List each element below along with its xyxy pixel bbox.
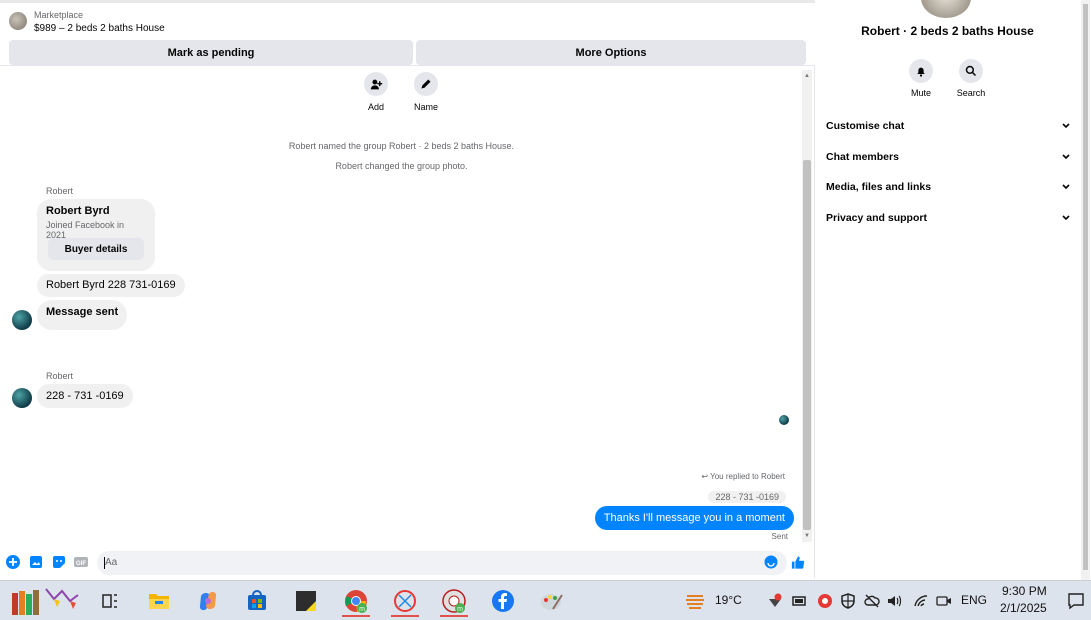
section-privacy-support[interactable]: Privacy and support: [826, 208, 1071, 228]
paint-icon[interactable]: [536, 585, 568, 617]
clock-time[interactable]: 9:30 PM: [1002, 584, 1047, 598]
chrome-icon[interactable]: m: [340, 585, 372, 617]
page-scrollbar-thumb[interactable]: [1083, 4, 1088, 570]
clock-date[interactable]: 2/1/2025: [1000, 601, 1047, 615]
section-customise-chat[interactable]: Customise chat: [826, 116, 1071, 136]
image-icon[interactable]: [29, 555, 43, 569]
add-label: Add: [367, 102, 384, 112]
emoji-icon[interactable]: [764, 555, 778, 569]
chat-pane: Marketplace $989 – 2 beds 2 baths House …: [0, 0, 815, 578]
scroll-down-icon[interactable]: ▼: [803, 532, 811, 540]
plus-icon[interactable]: [6, 555, 20, 569]
shield-icon[interactable]: [840, 593, 856, 609]
camera-icon[interactable]: [936, 593, 952, 609]
search-label: Search: [956, 88, 986, 98]
thread-title[interactable]: $989 – 2 beds 2 baths House: [34, 23, 165, 34]
outgoing-message[interactable]: Thanks I'll message you in a moment: [594, 506, 794, 530]
thread-subtitle: Marketplace: [34, 10, 84, 20]
chevron-down-icon: [1062, 123, 1070, 129]
sticky-notes-icon[interactable]: [290, 585, 322, 617]
reply-note-text: You replied to Robert: [710, 472, 785, 481]
buyer-joined: Joined Facebook in 2021: [46, 220, 125, 240]
language-indicator[interactable]: ENG: [961, 593, 987, 607]
cloud-off-icon[interactable]: [864, 593, 880, 609]
message-input[interactable]: Aa: [97, 551, 787, 575]
add-member-button[interactable]: Add: [356, 72, 396, 112]
taskbar: m m 19°C ENG 9:30 PM 2/1/2025: [0, 580, 1091, 620]
message-bubble[interactable]: 228 - 731 -0169: [37, 384, 133, 408]
snipping-tool-icon[interactable]: [389, 585, 421, 617]
buyer-details-button[interactable]: Buyer details: [48, 238, 144, 260]
chevron-down-icon: [1062, 215, 1070, 221]
security-alert-icon[interactable]: [767, 593, 783, 609]
replied-message-preview[interactable]: 228 - 731 -0169: [708, 491, 786, 503]
wifi-icon[interactable]: [913, 593, 929, 609]
copilot-icon[interactable]: [192, 585, 224, 617]
name-group-button[interactable]: Name: [406, 72, 446, 112]
svg-text:m: m: [359, 606, 365, 613]
composer: GIF Aa: [0, 548, 815, 578]
section-chat-members[interactable]: Chat members: [826, 147, 1071, 167]
app-window: Marketplace $989 – 2 beds 2 baths House …: [0, 0, 1091, 620]
start-button[interactable]: [8, 585, 84, 617]
volume-icon[interactable]: [887, 593, 903, 609]
scroll-up-icon[interactable]: ▲: [803, 72, 811, 80]
store-icon[interactable]: [241, 585, 273, 617]
name-label: Name: [413, 102, 438, 112]
more-options-button[interactable]: More Options: [416, 40, 806, 65]
sticker-icon[interactable]: [52, 555, 66, 569]
sender-avatar[interactable]: [12, 310, 32, 330]
weather-temp[interactable]: 19°C: [715, 593, 742, 607]
pencil-icon: [414, 72, 438, 96]
add-person-icon: [364, 72, 388, 96]
gif-icon[interactable]: GIF: [74, 555, 88, 569]
search-button[interactable]: Search: [951, 59, 991, 98]
message-status: Sent: [771, 532, 788, 541]
sender-name: Robert: [46, 371, 74, 381]
mute-button[interactable]: Mute: [901, 59, 941, 98]
listing-avatar[interactable]: [9, 12, 27, 30]
chevron-down-icon: [1062, 184, 1070, 190]
section-media-files-links[interactable]: Media, files and links: [826, 177, 1071, 197]
bell-icon: [909, 59, 933, 83]
section-label: Privacy and support: [826, 212, 927, 224]
search-icon: [959, 59, 983, 83]
group-title: Robert · 2 beds 2 baths House: [861, 24, 1034, 38]
battery-icon[interactable]: [792, 593, 808, 609]
buyer-card: Robert Byrd Joined Facebook in 2021 Buye…: [37, 199, 155, 271]
chat-scrollbar-thumb[interactable]: [803, 160, 811, 530]
task-view-icon[interactable]: [94, 585, 126, 617]
message-bubble[interactable]: Message sent: [37, 300, 128, 330]
mark-as-pending-button[interactable]: Mark as pending: [9, 40, 413, 65]
group-avatar[interactable]: [921, 0, 971, 18]
app-tray-icon[interactable]: [817, 593, 833, 609]
message-bubble[interactable]: Robert Byrd 228 731-0169: [37, 274, 185, 297]
weather-icon[interactable]: [685, 591, 705, 611]
system-message: Robert named the group Robert · 2 beds 2…: [288, 141, 515, 151]
reply-arrow-icon: ↩: [701, 472, 711, 481]
section-label: Customise chat: [826, 120, 905, 132]
section-label: Media, files and links: [826, 181, 932, 193]
mute-label: Mute: [910, 88, 931, 98]
svg-text:GIF: GIF: [76, 561, 86, 567]
buyer-name: Robert Byrd: [46, 205, 110, 217]
seen-avatar: [779, 415, 789, 425]
thread-header: Marketplace $989 – 2 beds 2 baths House …: [0, 0, 815, 66]
section-label: Chat members: [826, 151, 899, 163]
notification-icon[interactable]: [1067, 592, 1085, 610]
details-pane: Robert · 2 beds 2 baths House Mute Searc…: [816, 0, 1091, 578]
system-message: Robert changed the group photo.: [335, 161, 468, 171]
chrome-profile-icon[interactable]: m: [438, 585, 470, 617]
reply-note: ↩ You replied to Robert: [701, 472, 785, 481]
facebook-icon[interactable]: [487, 585, 519, 617]
file-explorer-icon[interactable]: [143, 585, 175, 617]
sender-avatar[interactable]: [12, 388, 32, 408]
svg-text:m: m: [457, 606, 463, 613]
chevron-down-icon: [1062, 154, 1070, 160]
like-icon[interactable]: [791, 555, 805, 569]
sender-name: Robert: [46, 186, 74, 196]
